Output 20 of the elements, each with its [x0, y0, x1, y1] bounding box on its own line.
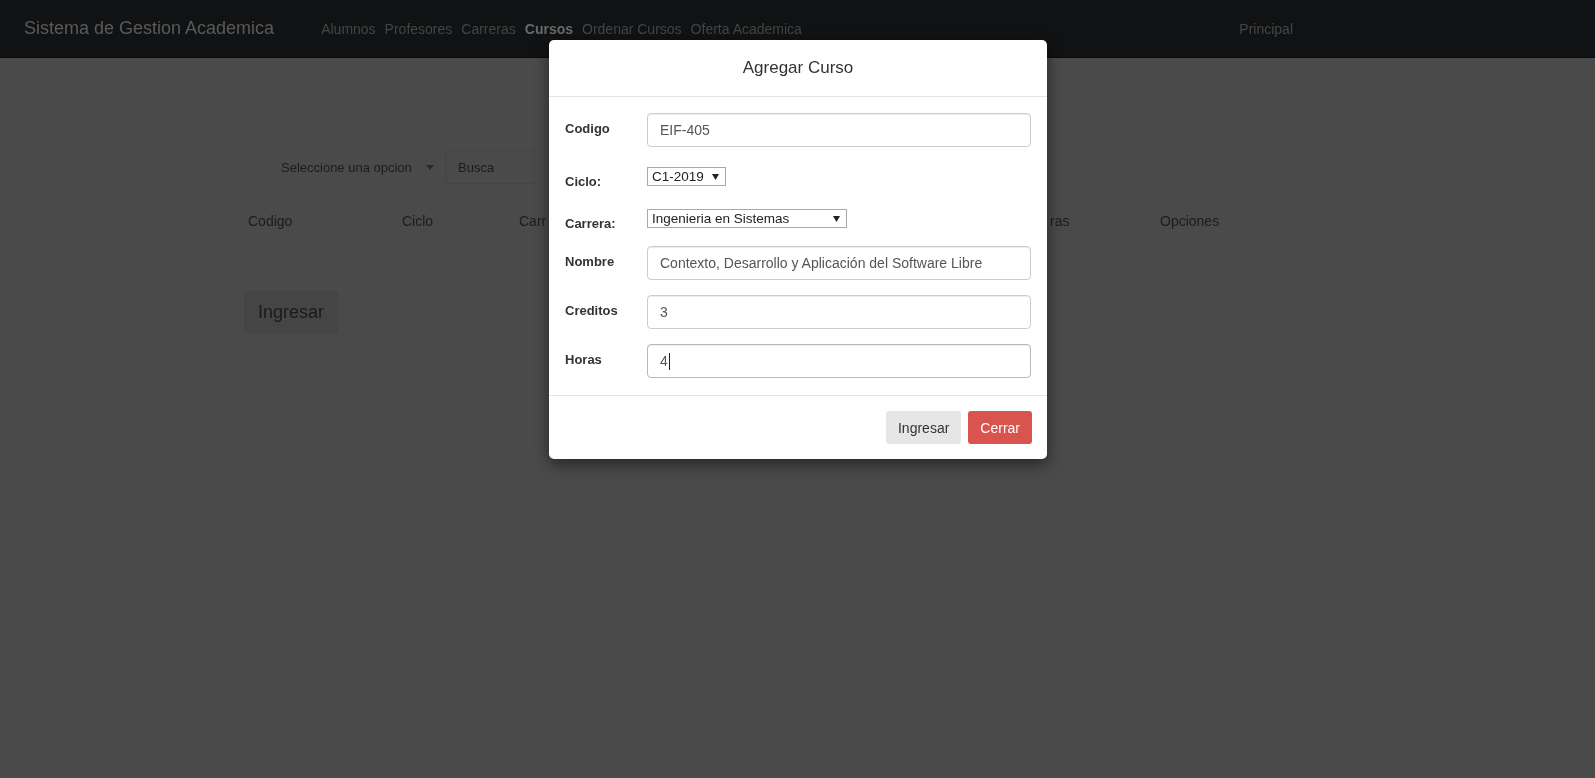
close-button[interactable]: Cerrar	[968, 411, 1032, 444]
dropdown[interactable]: Ingenieria en Sistemas	[647, 209, 847, 228]
modal-title: Agregar Curso	[742, 58, 854, 78]
input-field[interactable]: EIF-405	[647, 113, 1031, 147]
caret-icon	[426, 164, 434, 170]
input-field[interactable]: 3	[647, 295, 1031, 329]
field-label: Codigo	[565, 120, 611, 136]
field-label: Ciclo:	[565, 173, 603, 189]
field-label: Creditos	[565, 302, 619, 318]
input-field[interactable]: Contexto, Desarrollo y Aplicación del Software Libre	[647, 246, 1031, 280]
field-label: Horas	[565, 351, 603, 367]
input-field[interactable]: 4	[647, 344, 1031, 378]
field-label: Carrera:	[565, 215, 617, 231]
dropdown[interactable]: C1-2019	[647, 167, 726, 186]
brand-title[interactable]: Sistema de Gestion Academica	[24, 18, 275, 39]
caret-icon	[833, 215, 840, 222]
field-label: Nombre	[565, 253, 616, 269]
submit-button[interactable]: Ingresar	[885, 411, 962, 444]
nav-link[interactable]: Cursos	[524, 20, 573, 37]
caret-icon	[711, 173, 719, 180]
